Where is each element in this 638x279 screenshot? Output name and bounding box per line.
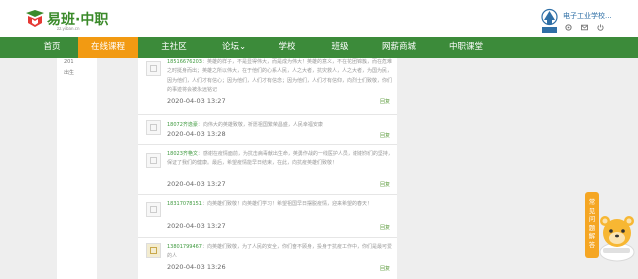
comment-user[interactable]: 18516676203: [167, 59, 202, 65]
sidebar-item-birth[interactable]: 出生: [64, 69, 74, 76]
avatar[interactable]: [146, 202, 161, 217]
comment-user[interactable]: 13801799467: [167, 244, 202, 250]
user-name-link[interactable]: 电子工业学校...: [563, 11, 612, 21]
avatar[interactable]: [146, 120, 161, 135]
reply-button[interactable]: 回复: [380, 132, 390, 139]
nav-home[interactable]: 首页: [36, 37, 68, 58]
school-emblem-icon[interactable]: [541, 8, 558, 34]
main-nav: 首页 在线课程 主社区 论坛⌄ 学校 班级 网薪商城 中职课堂: [0, 37, 638, 58]
comment-body: ：向伟大的英雄致敬，祈愿祖国繁荣昌盛，人民幸福安康: [197, 122, 323, 128]
avatar[interactable]: [146, 243, 161, 258]
comment-item: 18317078151：向英雄们致敬！向英雄们学习！希望祖国早日摆脱疫情，迎来希…: [138, 194, 397, 235]
comment-text: 18023齐艳文：感谢在疫情面前，为抗击病毒献出生命，英勇作战的一线医护人员，谢…: [167, 150, 393, 169]
nav-online-course[interactable]: 在线课程: [78, 37, 138, 58]
top-header: 易班·中职 zz.yiban.cn 电子工业学校...: [0, 0, 638, 37]
comment-item: 18023齐艳文：感谢在疫情面前，为抗击病毒献出生命，英勇作战的一线医护人员，谢…: [138, 144, 397, 192]
nav-forum[interactable]: 论坛⌄: [214, 37, 254, 58]
year-sidebar: 201 出生: [57, 58, 97, 279]
mail-icon[interactable]: [581, 24, 588, 31]
reply-button[interactable]: 回复: [380, 181, 390, 188]
reply-button[interactable]: 回复: [380, 224, 390, 231]
faq-helper[interactable]: 常见问题解答: [581, 192, 638, 271]
nav-school[interactable]: 学校: [273, 37, 301, 58]
comment-body: ：感谢在疫情面前，为抗击病毒献出生命，英勇作战的一线医护人员，谢谢你们的坚持，保…: [167, 151, 393, 167]
nav-mall[interactable]: 网薪商城: [376, 37, 422, 58]
user-area: 电子工业学校...: [541, 8, 638, 34]
comment-list: 18516676203：英雄的样子，不是显得伟大，而是成为伟大！英雄的意义，不在…: [138, 58, 397, 279]
comment-time: 2020-04-03 13:28: [167, 130, 226, 138]
comment-text: 18516676203：英雄的样子，不是显得伟大，而是成为伟大！英雄的意义，不在…: [167, 58, 393, 96]
comment-time: 2020-04-03 13:27: [167, 222, 226, 230]
comment-time: 2020-04-03 13:27: [167, 180, 226, 188]
nav-class[interactable]: 班级: [326, 37, 354, 58]
comment-body: ：向英雄们致敬！向英雄们学习！希望祖国早日摆脱疫情，迎来希望的春天！: [202, 201, 373, 207]
reply-button[interactable]: 回复: [380, 265, 390, 272]
comment-user[interactable]: 18072齐逸豪: [167, 122, 198, 128]
logo-subtext: zz.yiban.cn: [57, 26, 80, 31]
avatar[interactable]: [146, 61, 161, 76]
settings-icon[interactable]: [565, 24, 572, 31]
comment-time: 2020-04-03 13:26: [167, 263, 226, 271]
comment-user[interactable]: 18317078151: [167, 201, 202, 207]
comment-user[interactable]: 18023齐艳文: [167, 151, 198, 157]
comment-time: 2020-04-03 13:27: [167, 97, 226, 105]
comment-item: 18072齐逸豪：向伟大的英雄致敬，祈愿祖国繁荣昌盛，人民幸福安康 2020-0…: [138, 114, 397, 144]
sidebar-item-year[interactable]: 201: [64, 59, 74, 65]
nav-vocational-class[interactable]: 中职课堂: [443, 37, 489, 58]
avatar[interactable]: [146, 153, 161, 168]
logo-icon: [26, 10, 44, 27]
reply-button[interactable]: 回复: [380, 98, 390, 105]
comment-text: 13801799467：向英雄们致敬，为了人民的安全，你们奋不顾身，投身于抗疫工…: [167, 243, 393, 262]
nav-main-community[interactable]: 主社区: [156, 37, 192, 58]
comment-item: 13801799467：向英雄们致敬，为了人民的安全，你们奋不顾身，投身于抗疫工…: [138, 237, 397, 279]
comment-text: 18072齐逸豪：向伟大的英雄致敬，祈愿祖国繁荣昌盛，人民幸福安康: [167, 121, 393, 130]
user-toolbar: [565, 24, 604, 31]
site-logo[interactable]: 易班·中职 zz.yiban.cn: [25, 8, 115, 34]
comment-item: 18516676203：英雄的样子，不是显得伟大，而是成为伟大！英雄的意义，不在…: [138, 58, 397, 113]
bear-mascot-icon[interactable]: [595, 208, 638, 263]
power-icon[interactable]: [597, 24, 604, 31]
comment-text: 18317078151：向英雄们致敬！向英雄们学习！希望祖国早日摆脱疫情，迎来希…: [167, 200, 393, 209]
